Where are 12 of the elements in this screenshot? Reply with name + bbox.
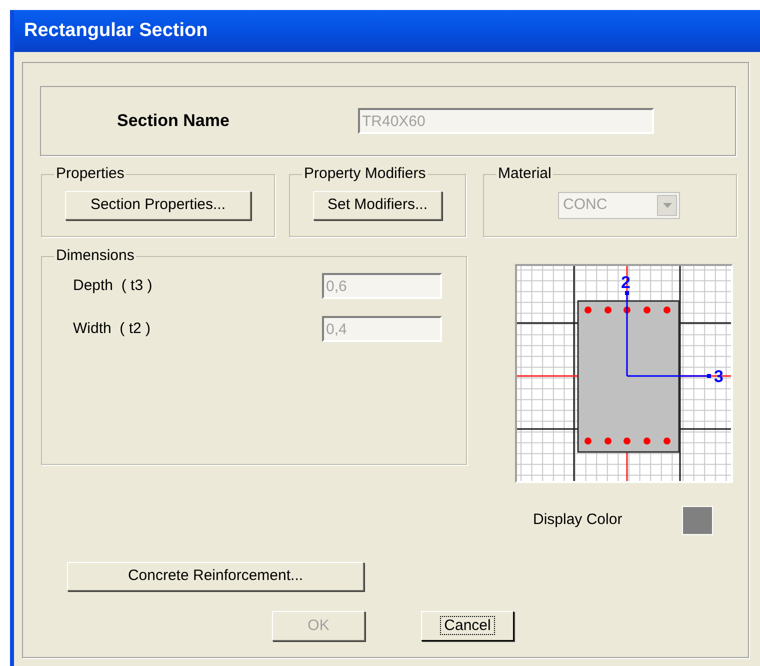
set-modifiers-button[interactable]: Set Modifiers... bbox=[313, 191, 442, 220]
dimension-label: Width ( t2 ) bbox=[73, 318, 152, 339]
dimension-label: Depth ( t3 ) bbox=[73, 276, 154, 296]
display-color-label: Display Color bbox=[533, 510, 624, 530]
section-properties-button[interactable]: Section Properties... bbox=[65, 191, 251, 220]
group-title: Property Modifiers bbox=[302, 164, 428, 184]
dialog-button[interactable]: Cancel bbox=[421, 611, 514, 641]
window-title: Rectangular Section bbox=[24, 18, 208, 43]
group-title: Properties bbox=[54, 164, 126, 184]
concrete-reinforcement-button[interactable]: Concrete Reinforcement... bbox=[67, 562, 364, 591]
color-swatch[interactable] bbox=[682, 506, 713, 535]
section-name-label: Section Name bbox=[117, 110, 230, 132]
